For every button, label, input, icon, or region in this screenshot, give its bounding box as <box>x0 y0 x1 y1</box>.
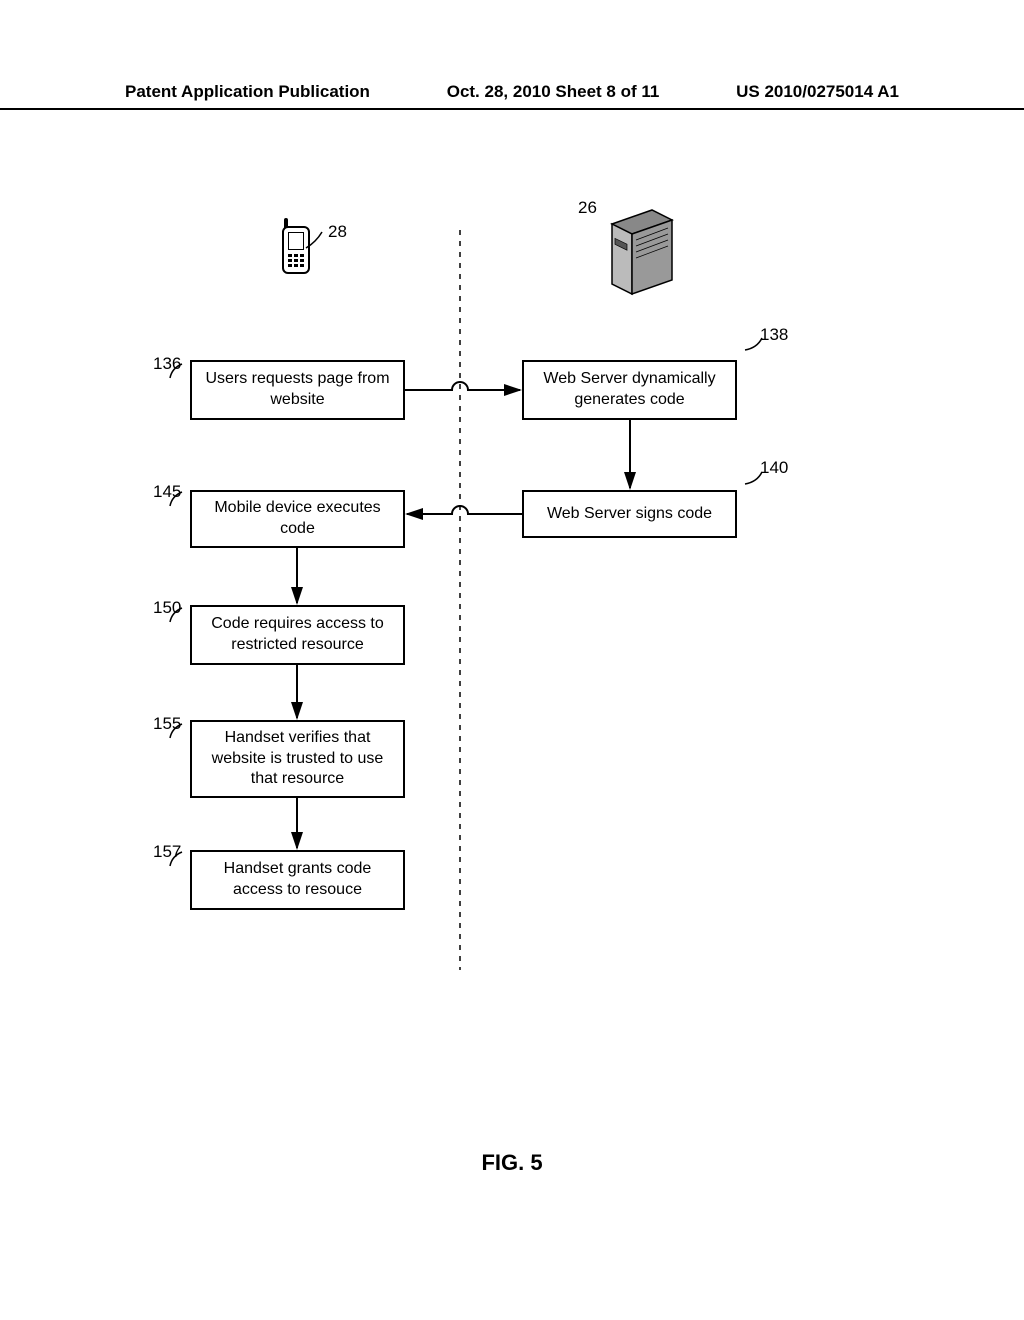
box-157: Handset grants code access to resouce <box>190 850 405 910</box>
box-136: Users requests page from website <box>190 360 405 420</box>
box-150-text: Code requires access to restricted resou… <box>198 614 397 656</box>
diagram-arrows <box>0 190 1024 1110</box>
box-138-text: Web Server dynamically generates code <box>530 369 729 411</box>
phone-icon <box>278 220 314 276</box>
box-145-text: Mobile device executes code <box>198 498 397 540</box>
ref-136: 136 <box>153 354 181 374</box>
box-150: Code requires access to restricted resou… <box>190 605 405 665</box>
box-138: Web Server dynamically generates code <box>522 360 737 420</box>
ref-145: 145 <box>153 482 181 502</box>
server-icon <box>602 202 682 302</box>
ref-28: 28 <box>328 222 347 242</box>
page-header: Patent Application Publication Oct. 28, … <box>0 82 1024 110</box>
box-140-text: Web Server signs code <box>547 504 712 525</box>
ref-140: 140 <box>760 458 788 478</box>
ref-138: 138 <box>760 325 788 345</box>
header-left: Patent Application Publication <box>125 82 370 102</box>
box-155: Handset verifies that website is trusted… <box>190 720 405 798</box>
box-140: Web Server signs code <box>522 490 737 538</box>
ref-157: 157 <box>153 842 181 862</box>
header-right: US 2010/0275014 A1 <box>736 82 899 102</box>
box-157-text: Handset grants code access to resouce <box>198 859 397 901</box>
flow-diagram: 28 26 Users requests page from website 1… <box>0 190 1024 1110</box>
box-145: Mobile device executes code <box>190 490 405 548</box>
ref-155: 155 <box>153 714 181 734</box>
ref-150: 150 <box>153 598 181 618</box>
box-136-text: Users requests page from website <box>198 369 397 411</box>
ref-26: 26 <box>578 198 597 218</box>
header-center: Oct. 28, 2010 Sheet 8 of 11 <box>447 82 660 102</box>
box-155-text: Handset verifies that website is trusted… <box>198 728 397 790</box>
figure-label: FIG. 5 <box>0 1150 1024 1176</box>
